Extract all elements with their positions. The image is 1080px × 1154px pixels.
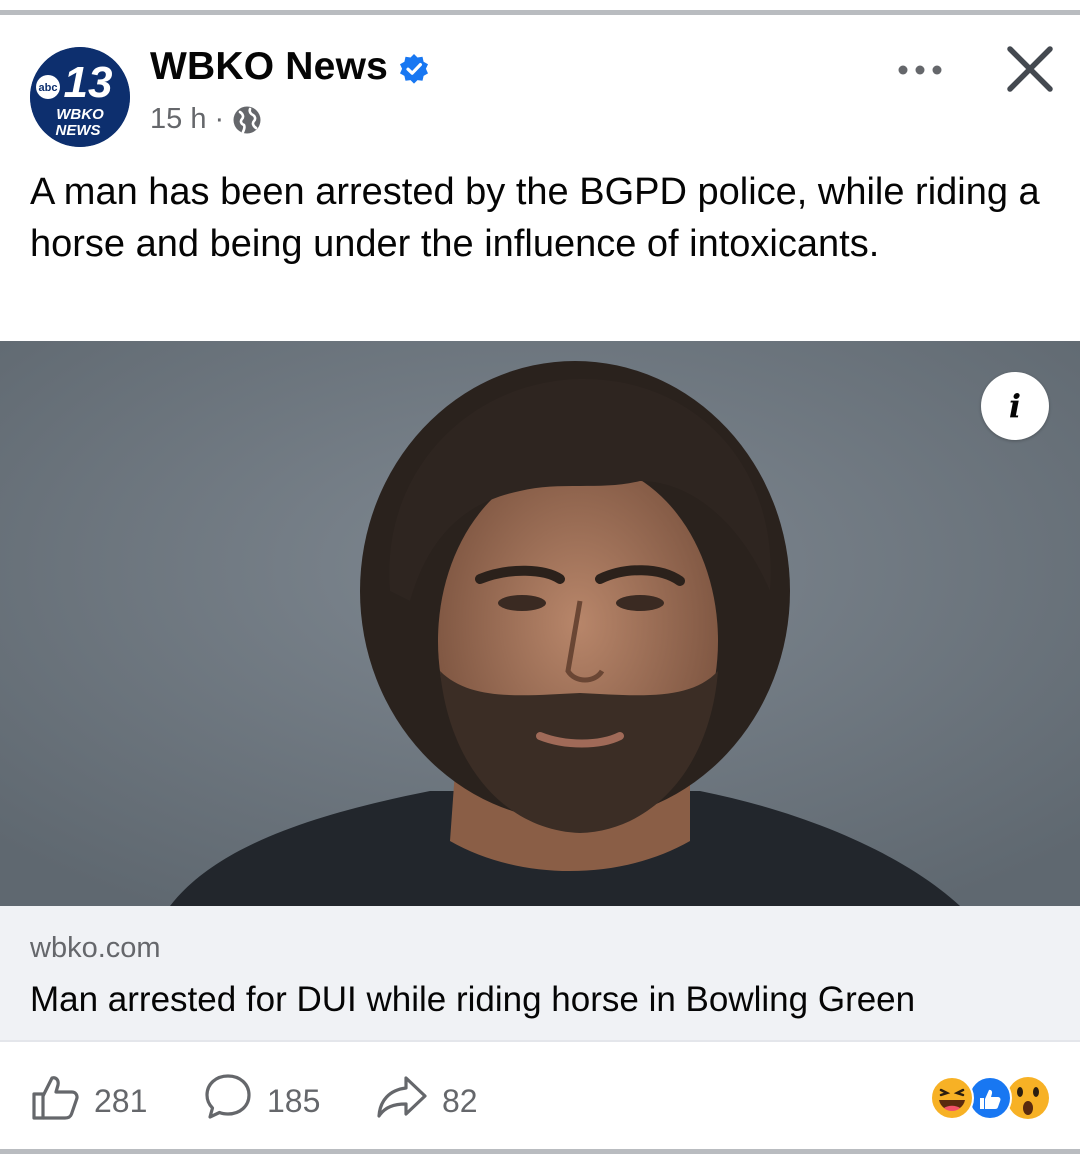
post-header: abc 13 WBKO NEWS WBKO News 15 h ·: [0, 15, 1080, 155]
thumbs-up-icon: [30, 1072, 80, 1130]
haha-icon: [930, 1076, 974, 1120]
post-caption: A man has been arrested by the BGPD poli…: [30, 171, 1040, 265]
comment-bubble-icon: [203, 1072, 253, 1130]
share-arrow-icon: [376, 1072, 428, 1130]
comment-button[interactable]: 185: [203, 1072, 320, 1130]
page-avatar[interactable]: abc 13 WBKO NEWS: [30, 47, 130, 147]
share-count: 82: [442, 1082, 478, 1119]
avatar-network: abc: [39, 82, 58, 94]
more-options-button[interactable]: [895, 55, 945, 85]
link-preview-card[interactable]: wbko.com Man arrested for DUI while ridi…: [0, 906, 1080, 1040]
bottom-divider: [0, 1149, 1080, 1154]
reaction-summary[interactable]: [928, 1074, 1052, 1122]
meta-separator: ·: [214, 103, 225, 135]
post-actions-bar: 281 185 82: [0, 1058, 1080, 1138]
post-meta: 15 h ·: [150, 103, 262, 136]
like-button[interactable]: 281: [30, 1072, 147, 1130]
page-name-row: WBKO News: [150, 45, 430, 89]
link-title[interactable]: Man arrested for DUI while riding horse …: [30, 980, 915, 1020]
verified-badge-icon: [398, 51, 430, 84]
link-domain: wbko.com: [30, 932, 161, 964]
comment-count: 185: [267, 1082, 321, 1119]
like-icon: [968, 1076, 1012, 1120]
info-button[interactable]: i: [981, 372, 1049, 440]
page-name[interactable]: WBKO News: [150, 45, 388, 89]
globe-icon: [232, 105, 262, 135]
post-timestamp[interactable]: 15 h: [150, 103, 206, 136]
avatar-channel: 13: [64, 58, 113, 107]
avatar-line2: NEWS: [56, 122, 101, 139]
avatar-line1: WBKO: [56, 106, 104, 123]
close-icon[interactable]: [1004, 43, 1056, 95]
share-button[interactable]: 82: [376, 1072, 478, 1130]
post-photo[interactable]: [0, 341, 1080, 906]
actions-divider: [0, 1040, 1080, 1042]
like-count: 281: [94, 1082, 148, 1119]
wow-icon: [1007, 1077, 1049, 1119]
